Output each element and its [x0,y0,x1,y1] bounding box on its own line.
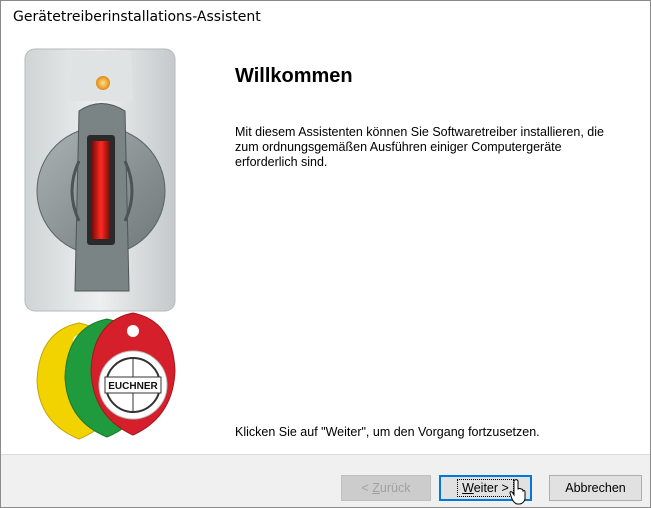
back-button-mnemonic: Z [372,481,380,495]
page-title: Willkommen [235,65,353,87]
next-button-mnemonic: W [462,481,474,495]
cancel-button-label: Abbrechen [565,481,626,495]
wizard-window: Gerätetreiberinstallations-Assistent EUC… [0,0,651,508]
back-button-prefix: < [361,481,373,495]
intro-text: Mit diesem Assistenten können Sie Softwa… [235,125,604,169]
mouse-pointer-icon [509,479,526,505]
next-button-label: eiter > [473,481,509,495]
back-button-label: urück [379,481,411,495]
euchner-device-illustration: EUCHNER [24,48,176,440]
back-button[interactable]: < Zurück [341,475,431,501]
key-reader-device [24,48,176,312]
status-led-icon [96,76,110,90]
key-slot-icon [92,141,110,239]
continue-instruction: Klicken Sie auf "Weiter", um den Vorgang… [235,425,540,439]
cancel-button[interactable]: Abbrechen [549,475,642,501]
button-bar: < Zurück Weiter > Abbrechen [1,454,650,507]
key-tags-icon [36,312,176,440]
title-bar[interactable]: Gerätetreiberinstallations-Assistent [1,1,650,33]
logo-text: EUCHNER [108,381,158,392]
window-title: Gerätetreiberinstallations-Assistent [13,9,261,25]
